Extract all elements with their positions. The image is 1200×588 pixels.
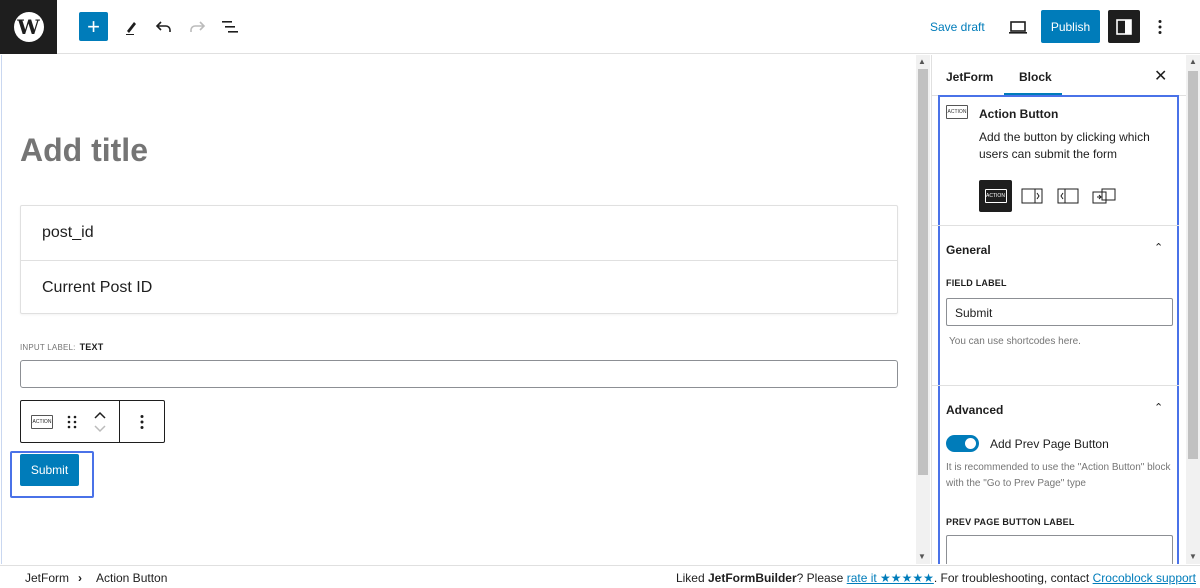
- post-title-input[interactable]: Add title: [20, 132, 148, 169]
- chevron-up-icon[interactable]: ⌃: [1154, 401, 1163, 414]
- wordpress-logo-button[interactable]: W: [0, 0, 57, 54]
- action-icon-text: ACTION: [32, 418, 52, 425]
- plus-icon: +: [87, 13, 100, 39]
- hidden-field-name: post_id: [42, 224, 94, 241]
- rate-it-link[interactable]: rate it ★★★★★: [847, 571, 934, 585]
- block-card-icon-text: ACTION: [947, 109, 967, 115]
- input-label-prefix: INPUT LABEL:: [20, 343, 76, 352]
- more-vertical-icon: [140, 414, 144, 429]
- note-prefix: Liked: [675, 571, 708, 585]
- editor-scrollbar[interactable]: ▲ ▼: [916, 55, 930, 564]
- preview-button[interactable]: [1006, 15, 1030, 39]
- block-type-button[interactable]: ACTION: [21, 401, 63, 442]
- submit-button[interactable]: Submit: [20, 454, 79, 486]
- breadcrumb-separator-icon: ›: [78, 571, 82, 585]
- undo-icon: [155, 21, 171, 32]
- sidebar-scroll-thumb[interactable]: [1188, 71, 1198, 459]
- general-panel-toggle[interactable]: General: [946, 243, 991, 257]
- desktop-preview-icon: [1009, 21, 1027, 34]
- block-toolbar: ACTION: [20, 400, 165, 443]
- change-render-icon: [1092, 188, 1115, 204]
- action-style-icon: ACTION: [984, 189, 1007, 203]
- save-draft-button[interactable]: Save draft: [930, 20, 985, 34]
- hidden-field-value: Current Post ID: [21, 260, 897, 314]
- scroll-up-arrow-icon[interactable]: ▲: [918, 57, 926, 66]
- publish-button[interactable]: Publish: [1041, 10, 1100, 43]
- move-up-icon[interactable]: [94, 411, 106, 419]
- editor-topbar: W + Save draft Publish: [0, 0, 1200, 54]
- drag-handle-icon: [67, 415, 77, 428]
- style-change-render-button[interactable]: [1087, 180, 1120, 212]
- block-card-description: Add the button by clicking which users c…: [979, 130, 1150, 161]
- redo-icon: [190, 21, 206, 32]
- prev-page-toggle-help: It is recommended to use the "Action But…: [946, 462, 1171, 489]
- move-down-icon[interactable]: [94, 424, 106, 433]
- editor-footer: JetForm › Action Button Liked JetFormBui…: [0, 565, 1200, 588]
- settings-sidebar: JetForm Block ✕ ACTION Action Button Add…: [931, 55, 1187, 564]
- wordpress-icon: W: [13, 12, 44, 42]
- action-button-block-icon: ACTION: [946, 105, 968, 119]
- block-card-title: Action Button: [979, 107, 1059, 121]
- footer-note: Liked JetFormBuilder? Please rate it ★★★…: [676, 571, 1196, 585]
- text-field-input[interactable]: [20, 360, 898, 388]
- tab-jetform[interactable]: JetForm: [946, 70, 993, 84]
- style-prev-page-button[interactable]: [1051, 180, 1084, 212]
- options-menu-button[interactable]: [1150, 15, 1170, 39]
- block-panel-highlight: [938, 95, 1179, 564]
- style-icon-text: ACTION: [986, 193, 1005, 199]
- sidebar-scrollbar[interactable]: ▲ ▼: [1186, 55, 1200, 564]
- pencil-icon: [126, 22, 136, 35]
- divider: [932, 225, 1179, 226]
- toggle-knob: [965, 438, 976, 449]
- scroll-down-arrow-icon[interactable]: ▼: [918, 552, 926, 561]
- advanced-panel-toggle[interactable]: Advanced: [946, 403, 1003, 417]
- move-buttons: [81, 401, 119, 442]
- breadcrumb-jetform[interactable]: JetForm: [25, 571, 69, 585]
- undo-button[interactable]: [153, 15, 175, 39]
- action-button-block-icon: ACTION: [31, 414, 53, 429]
- prev-page-label-heading: PREV PAGE BUTTON LABEL: [946, 517, 1075, 527]
- settings-toggle-button[interactable]: [1108, 10, 1140, 43]
- editor-scroll-thumb[interactable]: [918, 69, 928, 475]
- tab-block[interactable]: Block: [1019, 70, 1052, 84]
- block-options-button[interactable]: [119, 401, 164, 442]
- scroll-down-arrow-icon[interactable]: ▼: [1189, 552, 1197, 561]
- redo-button[interactable]: [186, 15, 208, 39]
- sidebar-settings-icon: [1116, 18, 1132, 35]
- prev-page-toggle-label: Add Prev Page Button: [990, 437, 1109, 451]
- more-vertical-icon: [1158, 20, 1162, 34]
- tools-button[interactable]: [120, 15, 142, 39]
- sidebar-tabs: JetForm Block ✕: [932, 55, 1187, 96]
- field-label-heading: FIELD LABEL: [946, 278, 1007, 288]
- prev-page-toggle[interactable]: [946, 435, 979, 452]
- block-style-variations: ACTION: [979, 180, 1120, 212]
- prev-page-label-input[interactable]: [946, 535, 1173, 564]
- divider: [932, 385, 1179, 386]
- note-brand: JetFormBuilder: [707, 571, 797, 585]
- note-middle: ? Please: [796, 571, 847, 585]
- next-page-icon: [1021, 188, 1042, 204]
- drag-handle[interactable]: [63, 401, 81, 442]
- list-view-button[interactable]: [219, 15, 241, 39]
- style-next-page-button[interactable]: [1015, 180, 1048, 212]
- chevron-up-icon[interactable]: ⌃: [1154, 241, 1163, 254]
- list-view-icon: [222, 21, 238, 33]
- prev-page-icon: [1057, 188, 1078, 204]
- field-label-help: You can use shortcodes here.: [949, 336, 1081, 347]
- crocoblock-support-link[interactable]: Crocoblock support: [1093, 571, 1196, 585]
- note-after: . For troubleshooting, contact: [933, 571, 1093, 585]
- breadcrumb-action-button[interactable]: Action Button: [96, 571, 167, 585]
- input-label-value: TEXT: [79, 342, 104, 352]
- hidden-field-block[interactable]: post_id Current Post ID: [20, 205, 898, 314]
- input-label: INPUT LABEL: TEXT: [20, 342, 103, 352]
- field-label-input[interactable]: Submit: [946, 298, 1173, 326]
- add-block-button[interactable]: +: [79, 12, 108, 41]
- scroll-up-arrow-icon[interactable]: ▲: [1189, 57, 1197, 66]
- style-action-button[interactable]: ACTION: [979, 180, 1012, 212]
- close-sidebar-icon[interactable]: ✕: [1154, 66, 1167, 86]
